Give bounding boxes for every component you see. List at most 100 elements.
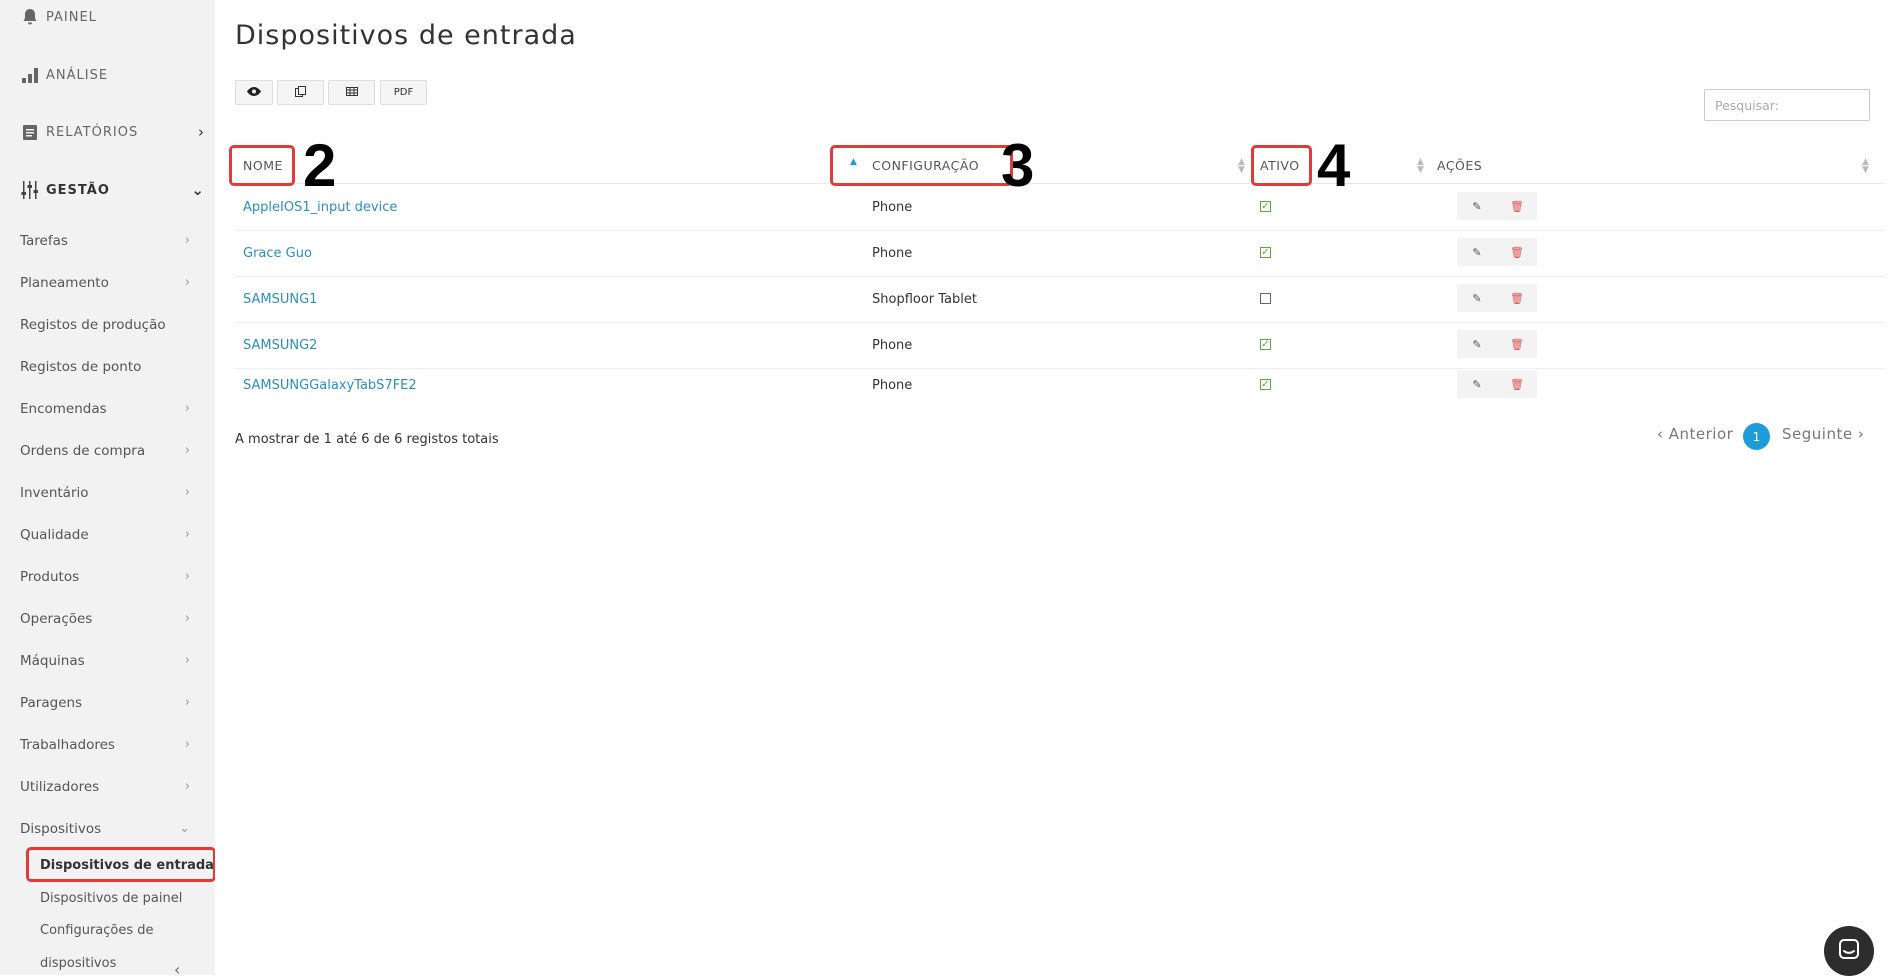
chevron-right-icon: ›: [184, 569, 190, 584]
row-divider: [235, 276, 1885, 277]
column-header-acoes: AÇÕES: [1437, 158, 1483, 173]
search-input[interactable]: [1704, 89, 1870, 121]
row-divider: [235, 368, 1885, 369]
sidebar-item-label: Inventário: [20, 485, 89, 501]
device-name-link[interactable]: Grace Guo: [243, 246, 312, 261]
annotation-number-4: 4: [1317, 132, 1351, 199]
trash-icon[interactable]: 🗑: [1497, 370, 1537, 398]
sidebar-item-label: Registos de ponto: [20, 359, 142, 375]
sidebar-section-relatorios[interactable]: RELATÓRIOS ›: [20, 122, 204, 142]
sidebar-item-label: Dispositivos: [20, 821, 102, 837]
row-actions: ✎ 🗑: [1457, 192, 1537, 220]
bar-chart-icon: [20, 65, 40, 85]
sidebar-item-ordens-compra[interactable]: Ordens de compra ›: [20, 443, 190, 459]
sidebar-item-label: Encomendas: [20, 401, 107, 417]
chat-icon: [1837, 937, 1861, 965]
sidebar-item-inventario[interactable]: Inventário ›: [20, 485, 190, 501]
device-name-link[interactable]: SAMSUNGGalaxyTabS7FE2: [243, 378, 417, 393]
sidebar-item-planeamento[interactable]: Planeamento ›: [20, 275, 190, 291]
sidebar-section-analise[interactable]: ANÁLISE: [20, 65, 108, 85]
column-visibility-button[interactable]: [235, 80, 273, 105]
sidebar-item-label: Tarefas: [20, 233, 68, 249]
sidebar-section-painel[interactable]: PAINEL: [20, 7, 97, 27]
chevron-right-icon: ›: [184, 275, 190, 290]
chevron-right-icon: ›: [184, 401, 190, 416]
sidebar-item-trabalhadores[interactable]: Trabalhadores ›: [20, 737, 190, 753]
device-name-link[interactable]: AppleIOS1_input device: [243, 200, 397, 215]
inactive-checkbox: [1260, 293, 1271, 304]
device-config: Phone: [872, 338, 913, 353]
page-title: Dispositivos de entrada: [235, 20, 577, 51]
sidebar-item-label: Produtos: [20, 569, 80, 585]
edit-icon[interactable]: ✎: [1457, 192, 1497, 220]
chevron-right-icon: ›: [184, 779, 190, 794]
sort-icon[interactable]: ▲ ▼: [1238, 158, 1245, 175]
sidebar-item-label: Registos de produção: [20, 317, 166, 333]
row-divider: [235, 230, 1885, 231]
copy-button[interactable]: [277, 80, 324, 105]
sidebar-subitem-configuracoes-line1[interactable]: Configurações de: [40, 923, 154, 938]
highlight-box-2: [229, 145, 295, 186]
chevron-right-icon: ›: [184, 737, 190, 752]
collapse-sidebar-icon[interactable]: ‹: [174, 960, 180, 979]
row-actions: ✎ 🗑: [1457, 330, 1537, 358]
edit-icon[interactable]: ✎: [1457, 238, 1497, 266]
pagination-previous[interactable]: ‹ Anterior: [1657, 425, 1733, 443]
pagination-page-current[interactable]: 1: [1743, 423, 1770, 450]
row-actions: ✎ 🗑: [1457, 370, 1537, 398]
active-checkbox: ✓: [1260, 378, 1271, 390]
edit-icon[interactable]: ✎: [1457, 284, 1497, 312]
edit-icon[interactable]: ✎: [1457, 370, 1497, 398]
trash-icon[interactable]: 🗑: [1497, 192, 1537, 220]
chevron-right-icon: ›: [184, 485, 190, 500]
trash-icon[interactable]: 🗑: [1497, 284, 1537, 312]
bell-icon: [20, 7, 40, 27]
trash-icon[interactable]: 🗑: [1497, 330, 1537, 358]
chevron-right-icon: ›: [184, 611, 190, 626]
highlight-box-1: [26, 847, 216, 882]
sidebar-item-dispositivos[interactable]: Dispositivos ⌄: [20, 821, 190, 837]
pagination-next[interactable]: Seguinte ›: [1782, 425, 1864, 443]
sidebar-item-label: Paragens: [20, 695, 83, 711]
device-name-link[interactable]: SAMSUNG2: [243, 338, 317, 353]
sort-icon[interactable]: ▲ ▼: [1417, 158, 1424, 175]
sidebar-item-qualidade[interactable]: Qualidade ›: [20, 527, 190, 543]
sidebar-item-operacoes[interactable]: Operações ›: [20, 611, 190, 627]
sidebar-section-label: GESTÃO: [46, 182, 110, 198]
sidebar-item-label: Utilizadores: [20, 779, 100, 795]
document-icon: [20, 122, 40, 142]
sort-icon[interactable]: ▲ ▼: [1862, 158, 1869, 175]
sidebar-item-registos-producao[interactable]: Registos de produção: [20, 317, 190, 333]
sidebar-item-produtos[interactable]: Produtos ›: [20, 569, 190, 585]
pdf-button[interactable]: PDF: [380, 80, 427, 105]
sidebar-item-maquinas[interactable]: Máquinas ›: [20, 653, 190, 669]
device-name-link[interactable]: SAMSUNG1: [243, 292, 317, 307]
trash-icon[interactable]: 🗑: [1497, 238, 1537, 266]
row-divider: [235, 322, 1885, 323]
sidebar-section-label: PAINEL: [46, 9, 97, 25]
chat-launcher-button[interactable]: [1824, 926, 1874, 976]
sidebar-item-registos-ponto[interactable]: Registos de ponto: [20, 359, 190, 375]
sidebar-item-encomendas[interactable]: Encomendas ›: [20, 401, 190, 417]
copy-icon: [295, 85, 306, 100]
sidebar-section-gestao[interactable]: GESTÃO ⌄: [20, 180, 204, 200]
sidebar-subitem-configuracoes-line2[interactable]: dispositivos: [40, 956, 116, 971]
table-header-divider: [235, 183, 1885, 184]
sidebar-item-utilizadores[interactable]: Utilizadores ›: [20, 779, 190, 795]
annotation-number-3: 3: [1001, 132, 1035, 199]
table-info: A mostrar de 1 até 6 de 6 registos totai…: [235, 432, 499, 447]
active-checkbox: ✓: [1260, 338, 1271, 350]
table-icon: [345, 86, 358, 99]
chevron-right-icon: ›: [184, 233, 190, 248]
edit-icon[interactable]: ✎: [1457, 330, 1497, 358]
chevron-right-icon: ›: [198, 123, 205, 141]
sidebar-item-tarefas[interactable]: Tarefas ›: [20, 233, 190, 249]
sidebar-subitem-dispositivos-painel[interactable]: Dispositivos de painel: [40, 891, 182, 906]
chevron-right-icon: ›: [184, 695, 190, 710]
sidebar-item-paragens[interactable]: Paragens ›: [20, 695, 190, 711]
chevron-right-icon: ›: [184, 527, 190, 542]
sidebar-item-label: Máquinas: [20, 653, 85, 669]
sidebar-item-label: Ordens de compra: [20, 443, 146, 459]
sidebar-item-label: Planeamento: [20, 275, 109, 291]
csv-button[interactable]: [328, 80, 375, 105]
